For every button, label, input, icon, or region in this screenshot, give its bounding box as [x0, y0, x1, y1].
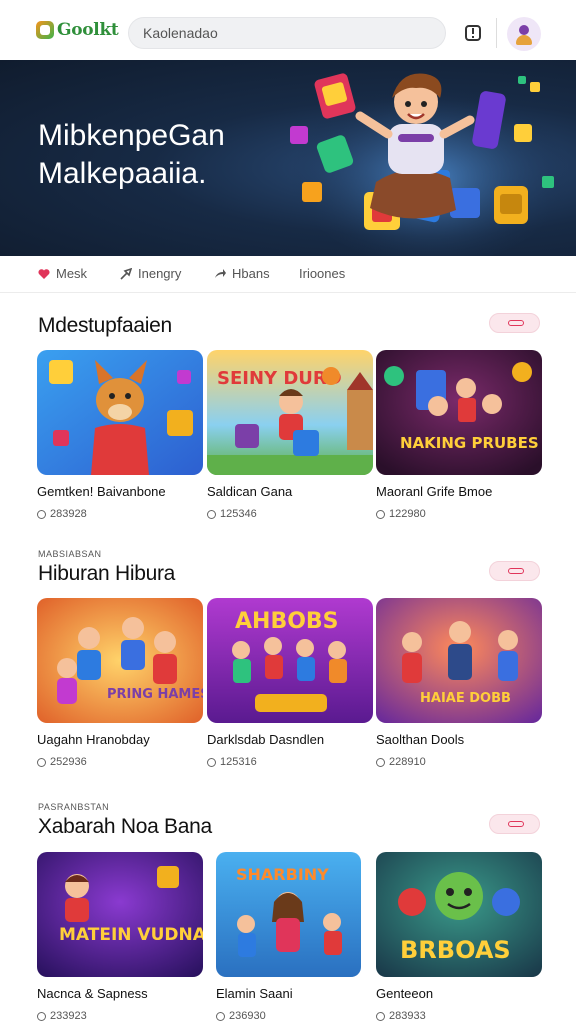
- share-icon: [215, 268, 226, 278]
- top-bar: Goolkt: [0, 0, 576, 60]
- game-thumbnail: MATEIN VUDNAS: [37, 852, 203, 977]
- thumb-text: AHBOBS: [235, 609, 339, 634]
- section-kicker: MABSIABSAN: [38, 549, 102, 559]
- game-title: Saldican Gana: [207, 484, 293, 499]
- play-icon: [376, 757, 385, 767]
- tab-label: Hbans: [232, 266, 270, 281]
- play-icon: [37, 757, 46, 767]
- arrow-icon: [120, 267, 132, 280]
- game-card[interactable]: PRING HAMES Uagahn Hranobday 252936: [37, 598, 203, 768]
- game-thumbnail: [37, 350, 203, 475]
- arrow-icon: [508, 568, 524, 574]
- tab-label: Irioones: [299, 266, 346, 281]
- heart-icon: [38, 268, 50, 279]
- play-icon: [376, 1011, 385, 1021]
- play-count: 236930: [216, 1010, 266, 1022]
- logo-icon: [36, 21, 54, 39]
- play-icon: [216, 1011, 225, 1021]
- header-divider: [496, 18, 497, 48]
- game-card[interactable]: NAKING PRUBES Maoranl Grife Bmoe 122980: [376, 350, 542, 520]
- tab-inengry[interactable]: Inengry: [120, 266, 181, 281]
- game-card[interactable]: Gemtken! Baivanbone 283928: [37, 350, 203, 520]
- hero-subtitle: Malkepaaiia.: [38, 157, 207, 190]
- section-kicker: PASRANBSTAN: [38, 802, 110, 812]
- game-card[interactable]: MATEIN VUDNAS Nacnca & Sapness 233923: [37, 852, 203, 1022]
- play-count: 122980: [376, 508, 426, 520]
- search-input[interactable]: [129, 18, 445, 48]
- section-title: Hiburan Hibura: [38, 562, 176, 585]
- thumb-text: BRBOAS: [400, 936, 511, 964]
- tab-label: Mesk: [56, 266, 88, 281]
- see-more-button[interactable]: [489, 313, 540, 333]
- play-count: 283928: [37, 508, 87, 520]
- thumb-text: MATEIN VUDNAS: [59, 925, 203, 945]
- tabs-divider: [0, 292, 576, 293]
- tab-irioones[interactable]: Irioones: [299, 266, 345, 281]
- see-more-button[interactable]: [489, 814, 540, 834]
- play-count: 125316: [207, 756, 257, 768]
- game-title: Nacnca & Sapness: [37, 986, 148, 1001]
- thumb-text: NAKING PRUBES: [400, 434, 539, 452]
- play-icon: [37, 509, 46, 519]
- game-card[interactable]: AHBOBS Darklsdab Dasndlen 125316: [207, 598, 373, 768]
- hero-title: MibkenpeGan: [38, 119, 225, 152]
- game-title: Elamin Saani: [216, 986, 293, 1001]
- game-title: Genteeon: [376, 986, 434, 1001]
- tab-mesk[interactable]: Mesk: [38, 266, 87, 281]
- play-icon: [207, 757, 216, 767]
- arrow-icon: [508, 320, 524, 326]
- game-thumbnail: NAKING PRUBES: [376, 350, 542, 475]
- game-thumbnail: SEINY DURD: [207, 350, 373, 475]
- play-count: 252936: [37, 756, 87, 768]
- game-card[interactable]: SHARBINY Elamin Saani 236930: [216, 852, 361, 1022]
- play-count: 233923: [37, 1010, 87, 1022]
- thumb-text: HAIAE DOBB: [420, 691, 511, 706]
- app-logo[interactable]: Goolkt: [36, 20, 119, 40]
- section-title: Mdestupfaaien: [38, 314, 172, 337]
- thumb-text: SHARBINY: [236, 865, 329, 884]
- game-title: Saolthan Dools: [376, 732, 465, 747]
- play-icon: [376, 509, 385, 519]
- game-card[interactable]: SEINY DURD Saldican Gana 125346: [207, 350, 373, 520]
- game-card[interactable]: HAIAE DOBB Saolthan Dools 228910: [376, 598, 542, 768]
- play-count: 125346: [207, 508, 257, 520]
- play-icon: [207, 509, 216, 519]
- see-more-button[interactable]: [489, 561, 540, 581]
- thumb-text: PRING HAMES: [107, 687, 203, 702]
- game-thumbnail: PRING HAMES: [37, 598, 203, 723]
- play-count: 228910: [376, 756, 426, 768]
- game-title: Darklsdab Dasndlen: [207, 732, 325, 747]
- notification-icon[interactable]: [462, 22, 484, 44]
- game-thumbnail: SHARBINY: [216, 852, 361, 977]
- arrow-icon: [508, 821, 524, 827]
- play-icon: [37, 1011, 46, 1021]
- tab-label: Inengry: [138, 266, 182, 281]
- game-thumbnail: AHBOBS: [207, 598, 373, 723]
- game-title: Gemtken! Baivanbone: [37, 484, 166, 499]
- play-count: 283933: [376, 1010, 426, 1022]
- game-title: Maoranl Grife Bmoe: [376, 484, 493, 499]
- game-title: Uagahn Hranobday: [37, 732, 150, 747]
- section-title: Xabarah Noa Bana: [38, 815, 212, 838]
- game-card[interactable]: BRBOAS Genteeon 283933: [376, 852, 542, 1022]
- hero-banner[interactable]: MibkenpeGan Malkepaaiia.: [0, 60, 576, 256]
- game-thumbnail: BRBOAS: [376, 852, 542, 977]
- tab-hbans[interactable]: Hbans: [214, 266, 270, 281]
- game-thumbnail: HAIAE DOBB: [376, 598, 542, 723]
- search-bar[interactable]: [128, 17, 446, 49]
- logo-text: Goolkt: [57, 20, 119, 40]
- hero-illustration: [290, 73, 570, 256]
- avatar[interactable]: [507, 17, 541, 51]
